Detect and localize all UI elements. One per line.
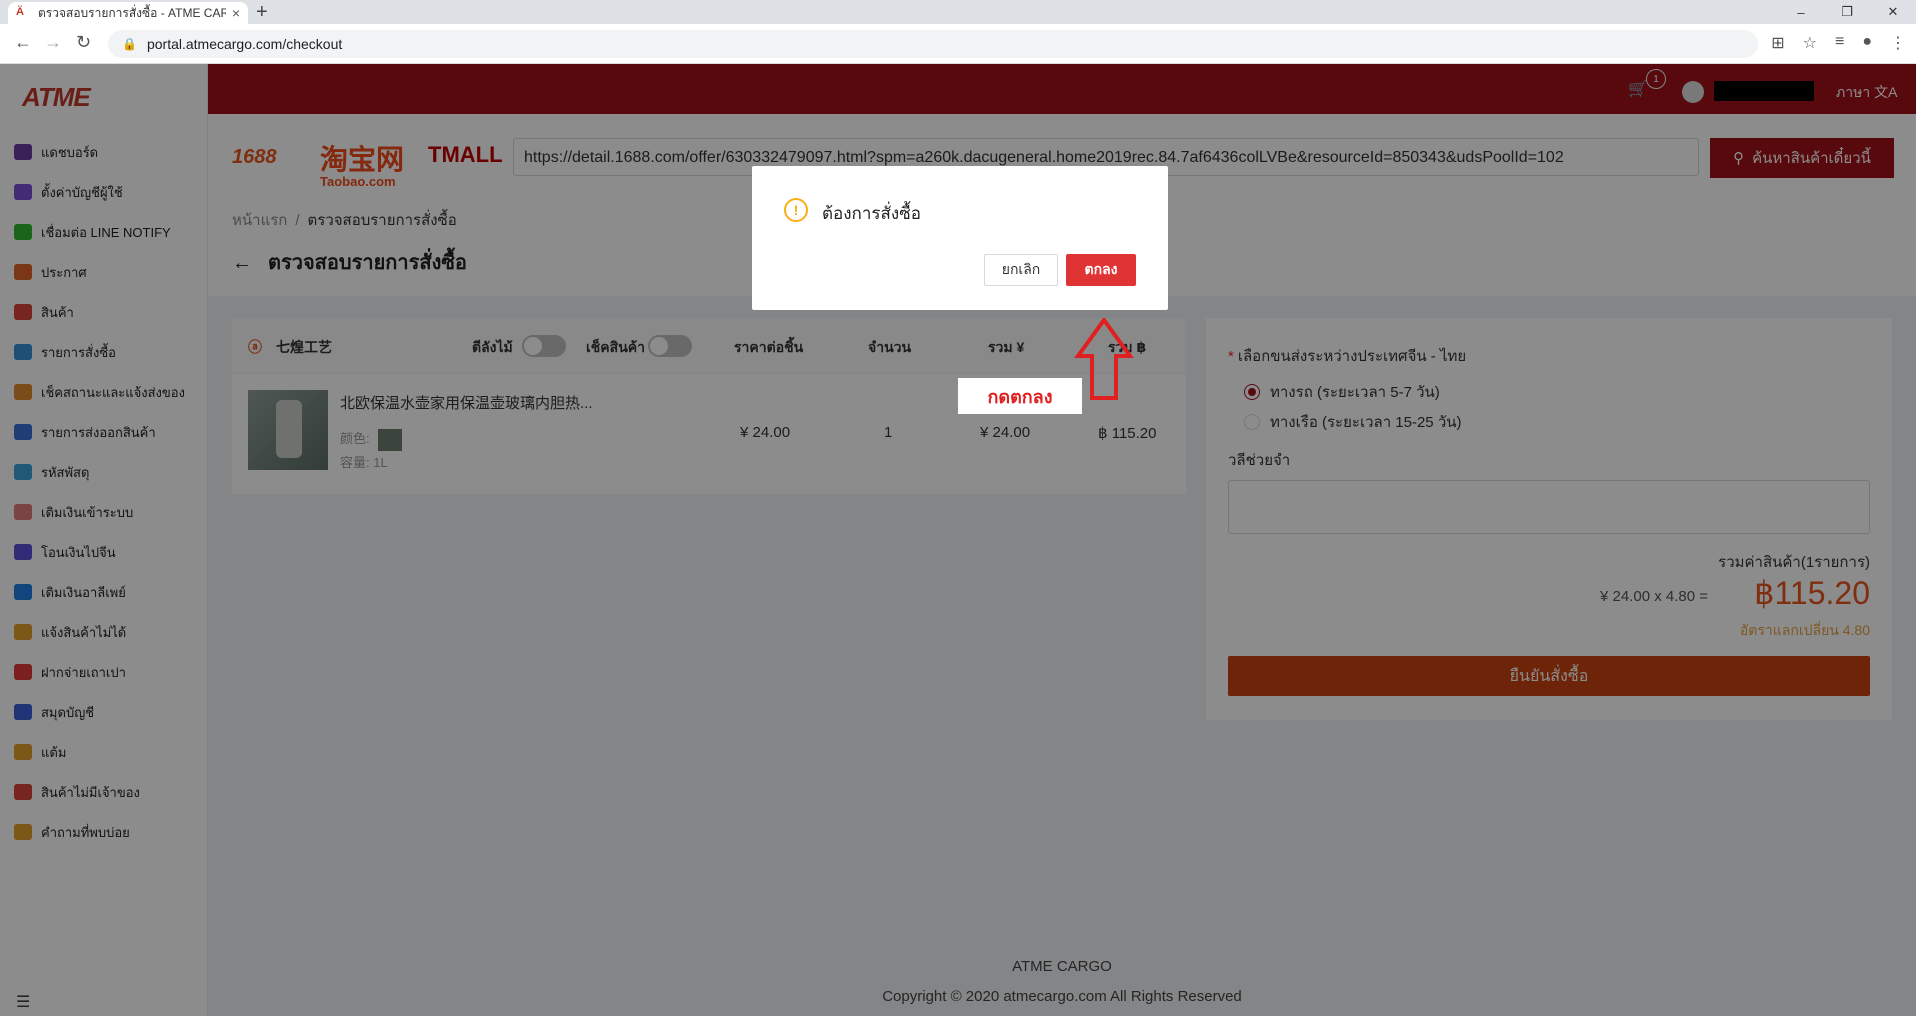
cancel-button[interactable]: ยกเลิก	[984, 254, 1058, 286]
up-arrow-annotation	[1074, 318, 1134, 400]
forward-arrow-icon[interactable]: →	[44, 32, 62, 53]
browser-actions: ⊞ ☆ ≡ ● ⋮	[1771, 33, 1906, 53]
new-tab-button[interactable]: +	[256, 1, 268, 24]
confirm-modal: ! ต้องการสั่งซื้อ ยกเลิก ตกลง	[752, 166, 1168, 310]
tab-title: ตรวจสอบรายการสั่งซื้อ - ATME CARGO	[38, 5, 226, 20]
warning-icon: !	[784, 198, 808, 222]
media-icon[interactable]: ≡	[1835, 33, 1844, 53]
restore-button[interactable]: ❐	[1824, 0, 1870, 24]
url-text: portal.atmecargo.com/checkout	[146, 36, 343, 52]
instruction-callout: กดตกลง	[958, 378, 1082, 414]
browser-tabbar: Ä ตรวจสอบรายการสั่งซื้อ - ATME CARGO × +…	[0, 0, 1916, 24]
modal-title: ต้องการสั่งซื้อ	[822, 204, 921, 223]
favicon-icon: Ä	[16, 6, 24, 18]
browser-menu-icon[interactable]: ⋮	[1890, 33, 1906, 53]
window-controls: – ❐ ✕	[1778, 0, 1916, 24]
close-tab-icon[interactable]: ×	[232, 5, 240, 21]
profile-icon[interactable]: ●	[1862, 33, 1872, 53]
translate-icon[interactable]: ⊞	[1771, 33, 1784, 53]
reload-icon[interactable]: ↻	[76, 32, 91, 53]
bookmark-star-icon[interactable]: ☆	[1803, 33, 1817, 53]
close-window-button[interactable]: ✕	[1870, 0, 1916, 24]
address-bar: ← → ↻ 🔒 portal.atmecargo.com/checkout ⊞ …	[0, 24, 1916, 64]
browser-tab[interactable]: Ä ตรวจสอบรายการสั่งซื้อ - ATME CARGO ×	[8, 2, 248, 24]
lock-icon: 🔒	[122, 37, 137, 51]
url-field[interactable]: 🔒 portal.atmecargo.com/checkout	[108, 30, 1758, 58]
back-arrow-icon[interactable]: ←	[14, 32, 32, 53]
minimize-button[interactable]: –	[1778, 0, 1824, 24]
ok-button[interactable]: ตกลง	[1066, 254, 1136, 286]
